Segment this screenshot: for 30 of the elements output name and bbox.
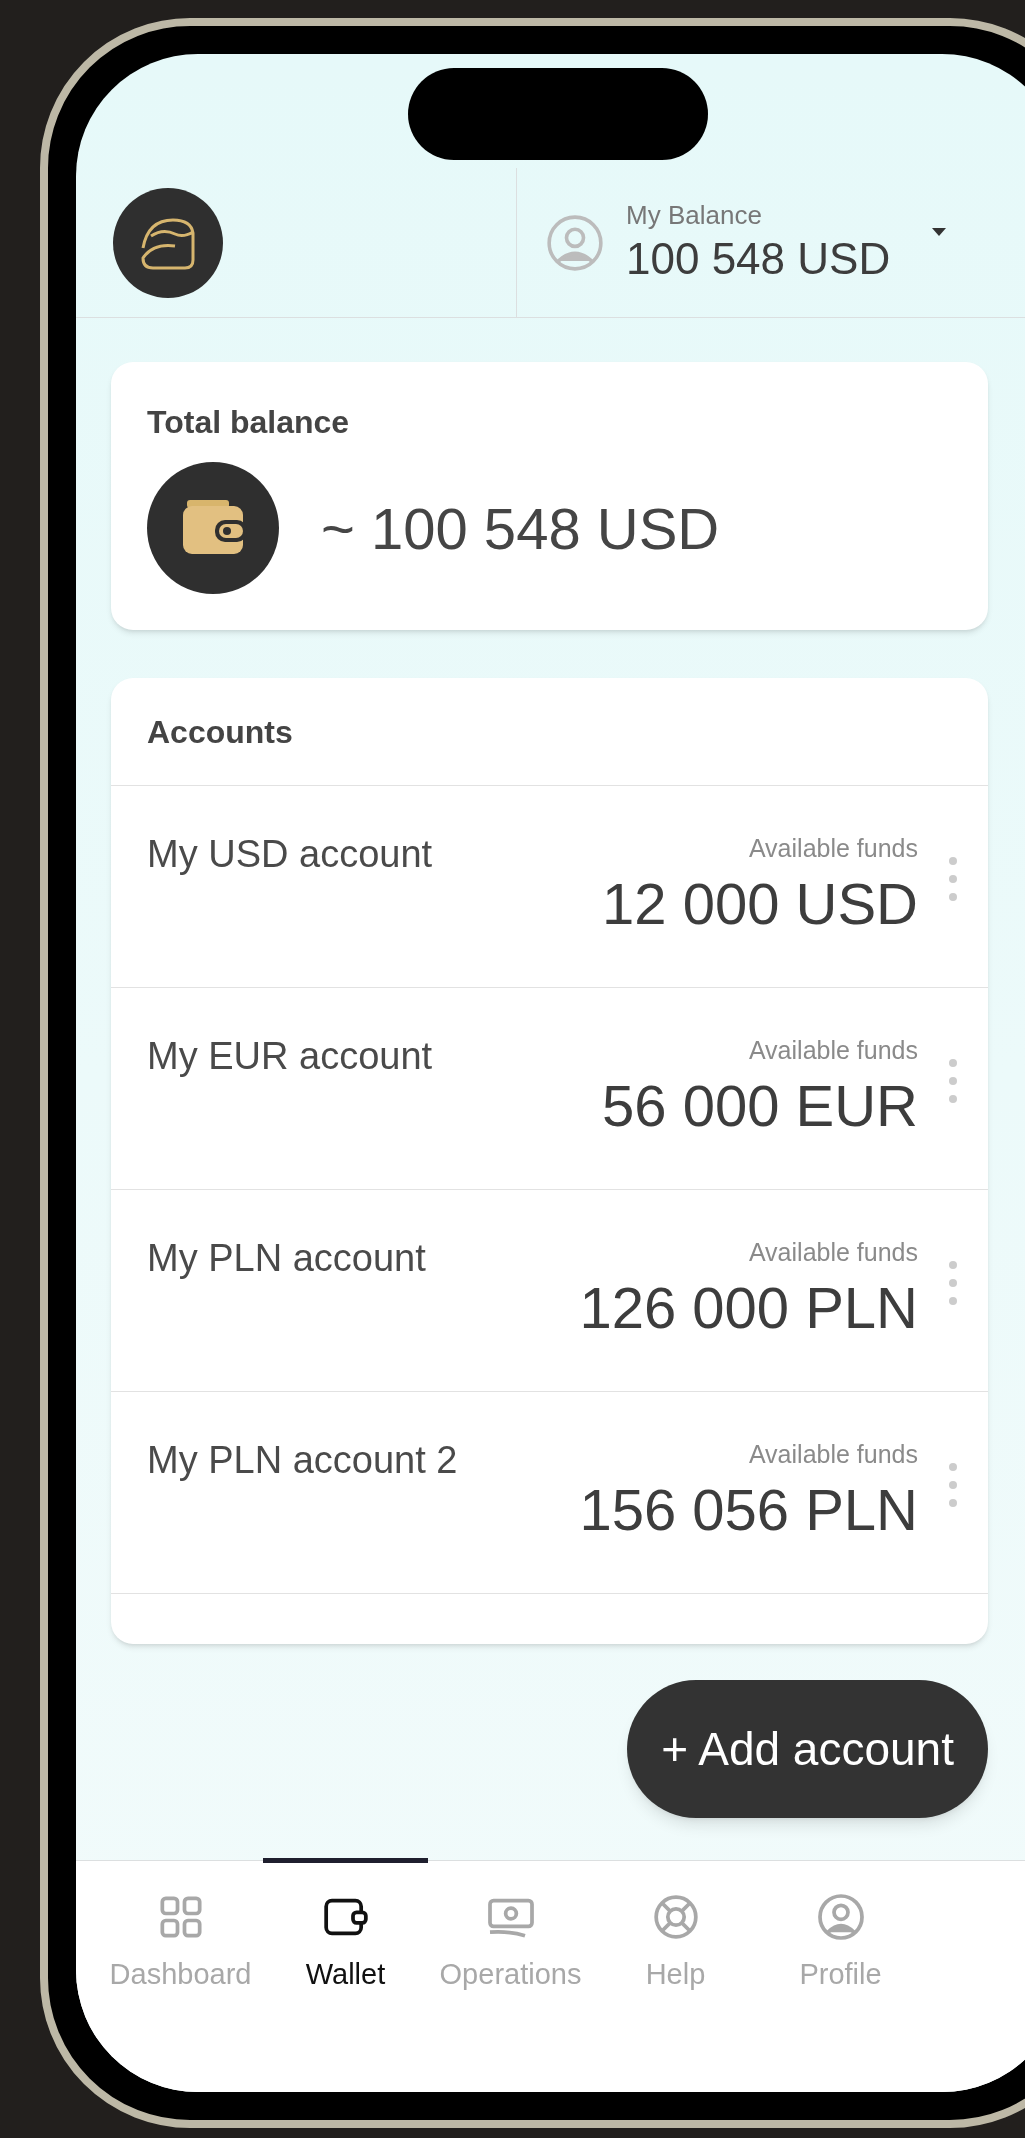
- more-icon[interactable]: [948, 1058, 958, 1104]
- more-icon[interactable]: [948, 1462, 958, 1508]
- account-name: My EUR account: [147, 1034, 433, 1079]
- add-account-button[interactable]: + Add account: [627, 1680, 988, 1818]
- account-amount: 126 000 PLN: [579, 1273, 918, 1342]
- funds-label: Available funds: [748, 1035, 918, 1066]
- account-amount: 12 000 USD: [602, 869, 918, 938]
- balance-label: My Balance: [626, 198, 763, 232]
- caret-icon[interactable]: [932, 227, 947, 238]
- card-title: Total balance: [147, 403, 351, 442]
- account-row[interactable]: My EUR account Available funds 56 000 EUR: [111, 988, 988, 1190]
- more-icon[interactable]: [948, 1260, 958, 1306]
- account-amount: 156 056 PLN: [579, 1475, 918, 1544]
- funds-label: Available funds: [748, 833, 918, 864]
- funds-label: Available funds: [748, 1439, 918, 1470]
- funds-label: Available funds: [748, 1237, 918, 1268]
- account-row[interactable]: My PLN account 2 Available funds 156 056 PLN: [111, 1392, 988, 1594]
- account-name: My PLN account 2: [147, 1438, 458, 1483]
- nav-tab[interactable]: Wallet: [263, 1858, 428, 2092]
- balance-amount[interactable]: 100 548 USD: [626, 231, 891, 287]
- account-name: My PLN account: [147, 1236, 426, 1281]
- account-name: My USD account: [147, 832, 433, 877]
- account-row[interactable]: My USD account Available funds 12 000 USD: [111, 786, 988, 988]
- total-amount: ~ 100 548 USD: [321, 494, 720, 563]
- card-title: Accounts: [147, 712, 293, 752]
- logo-icon[interactable]: [113, 187, 223, 298]
- account-row[interactable]: My PLN account Available funds 126 000 PLN: [111, 1190, 988, 1392]
- wallet-icon: [147, 462, 279, 594]
- more-icon[interactable]: [948, 856, 958, 902]
- account-amount: 56 000 EUR: [602, 1071, 918, 1140]
